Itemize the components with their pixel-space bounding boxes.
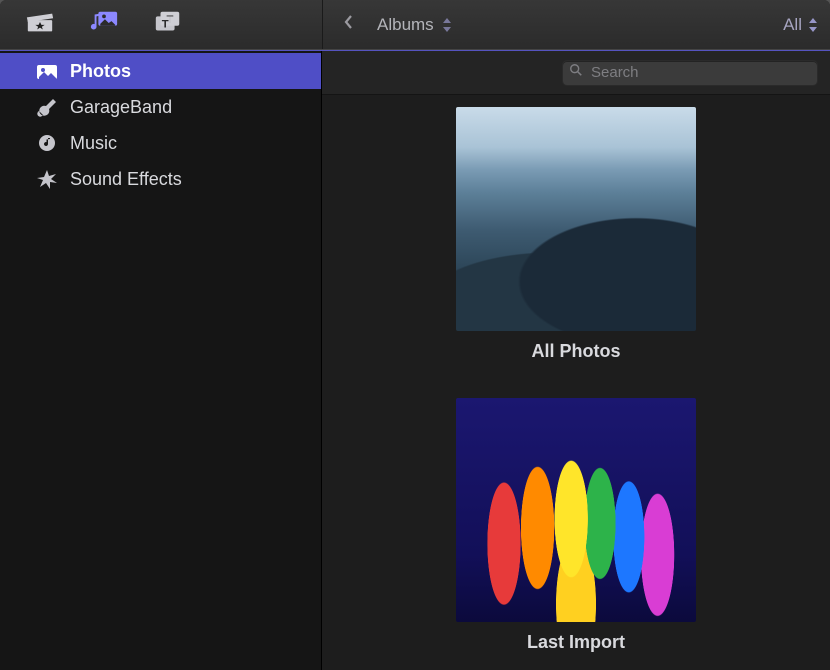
breadcrumb[interactable]: Albums <box>377 15 452 35</box>
toolbar-right: Albums All <box>323 0 830 49</box>
clapperboard-star-icon <box>25 10 55 39</box>
sidebar-item-label: GarageBand <box>70 97 172 118</box>
toolbar-tabs: TT <box>0 0 322 49</box>
up-down-icon <box>808 18 818 32</box>
album-item[interactable]: All Photos <box>456 107 696 362</box>
album-label: All Photos <box>532 341 621 362</box>
media-tab[interactable] <box>72 0 136 49</box>
sidebar-item-label: Sound Effects <box>70 169 182 190</box>
sidebar-item-garageband[interactable]: GarageBand <box>0 89 321 125</box>
breadcrumb-label: Albums <box>377 15 434 35</box>
search-bar <box>322 51 830 95</box>
guitar-icon <box>36 97 58 117</box>
search-input[interactable] <box>589 63 811 82</box>
sidebar-item-sound-effects[interactable]: Sound Effects <box>0 161 321 197</box>
sidebar-item-music[interactable]: Music <box>0 125 321 161</box>
search-icon <box>569 63 583 82</box>
album-thumbnail <box>456 398 696 622</box>
filter-dropdown[interactable]: All <box>783 15 818 35</box>
album-item[interactable]: Last Import <box>456 398 696 653</box>
music-note-icon <box>36 133 58 153</box>
sidebar: Photos GarageBand Music <box>0 51 322 670</box>
search-field[interactable] <box>562 60 818 86</box>
photos-icon <box>36 61 58 81</box>
toolbar: TT Albums All <box>0 0 830 50</box>
album-grid: All Photos Last Import <box>322 95 830 670</box>
content: Photos GarageBand Music <box>0 50 830 670</box>
up-down-icon <box>442 18 452 32</box>
main-panel: All Photos Last Import <box>322 51 830 670</box>
transitions-tab[interactable] <box>8 0 72 49</box>
sidebar-item-label: Music <box>70 133 117 154</box>
chevron-left-icon <box>344 14 354 35</box>
burst-icon <box>36 169 58 189</box>
album-label: Last Import <box>527 632 625 653</box>
title-t-icon: TT <box>153 10 183 39</box>
sidebar-item-photos[interactable]: Photos <box>0 53 321 89</box>
titles-tab[interactable]: TT <box>136 0 200 49</box>
app-window: { "toolbar": { "tabs": [ {"name": "trans… <box>0 0 830 670</box>
back-button[interactable] <box>335 14 363 35</box>
album-thumbnail <box>456 107 696 331</box>
sidebar-item-label: Photos <box>70 61 131 82</box>
music-photo-icon <box>89 10 119 39</box>
filter-label: All <box>783 15 802 35</box>
svg-text:T: T <box>162 19 169 31</box>
